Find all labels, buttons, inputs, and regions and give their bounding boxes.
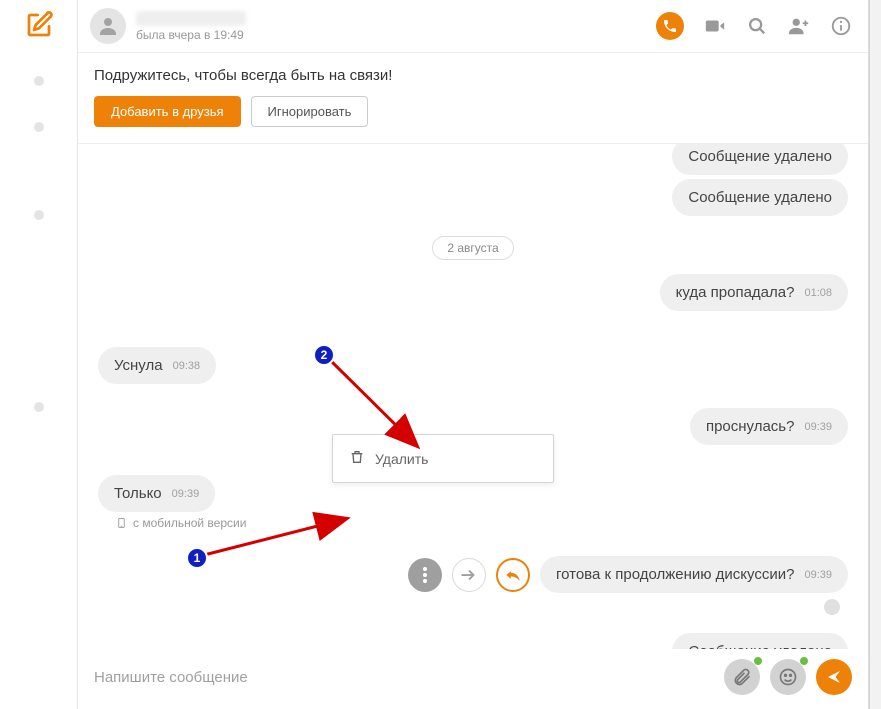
add-friend-button[interactable]: Добавить в друзья — [94, 96, 241, 127]
message-deleted: Сообщение удалено — [672, 633, 848, 649]
info-icon[interactable] — [830, 15, 852, 37]
header-icons — [656, 12, 852, 40]
message-forward-button[interactable] — [452, 558, 486, 592]
header-names: была вчера в 19:49 — [136, 11, 656, 42]
date-chip: 2 августа — [432, 236, 513, 260]
contact-name — [136, 11, 246, 26]
sticker-button[interactable] — [770, 659, 806, 695]
friend-prompt-bar: Подружитесь, чтобы всегда быть на связи!… — [78, 53, 868, 144]
friend-prompt-text: Подружитесь, чтобы всегда быть на связи! — [94, 67, 852, 84]
message-composer — [78, 649, 868, 709]
chat-main: была вчера в 19:49 — [78, 0, 868, 709]
context-delete-label: Удалить — [375, 451, 428, 467]
message-reply-button[interactable] — [496, 558, 530, 592]
last-seen: была вчера в 19:49 — [136, 28, 656, 42]
message-actions: готова к продолжению дискуссии? 09:39 — [98, 556, 848, 593]
message-out[interactable]: куда пропадала? 01:08 — [660, 274, 848, 311]
date-separator: 2 августа — [98, 236, 848, 260]
left-sidebar — [0, 0, 78, 709]
message-more-button[interactable] — [408, 558, 442, 592]
messages-scroll[interactable]: Сообщение удалено Сообщение удалено 2 ав… — [78, 144, 868, 649]
mobile-note: с мобильной версии — [116, 516, 848, 530]
chat-window: была вчера в 19:49 — [0, 0, 869, 709]
right-edge-strip — [869, 0, 881, 709]
add-user-icon[interactable] — [788, 15, 810, 37]
notification-dot — [754, 657, 762, 665]
context-delete-item[interactable]: Удалить — [333, 435, 553, 482]
message-deleted: Сообщение удалено — [672, 179, 848, 216]
message-deleted: Сообщение удалено — [672, 144, 848, 175]
chat-header: была вчера в 19:49 — [78, 0, 868, 53]
sidebar-item-dot[interactable] — [34, 402, 44, 412]
notification-dot — [800, 657, 808, 665]
send-button[interactable] — [816, 659, 852, 695]
message-in[interactable]: Уснула 09:38 — [98, 347, 216, 384]
avatar[interactable] — [90, 8, 126, 44]
search-icon[interactable] — [746, 15, 768, 37]
sidebar-item-dot[interactable] — [34, 122, 44, 132]
message-context-menu: Удалить — [332, 434, 554, 483]
message-input[interactable] — [94, 669, 714, 686]
ignore-button[interactable]: Игнорировать — [251, 96, 369, 127]
message-in[interactable]: Только 09:39 — [98, 475, 215, 512]
read-receipt-avatar — [824, 599, 840, 615]
attach-button[interactable] — [724, 659, 760, 695]
message-out[interactable]: проснулась? 09:39 — [690, 408, 848, 445]
video-call-icon[interactable] — [704, 15, 726, 37]
sidebar-item-dot[interactable] — [34, 76, 44, 86]
audio-call-button[interactable] — [656, 12, 684, 40]
compose-icon[interactable] — [24, 10, 54, 40]
trash-icon — [349, 449, 365, 468]
sidebar-item-dot[interactable] — [34, 210, 44, 220]
message-out[interactable]: готова к продолжению дискуссии? 09:39 — [540, 556, 848, 593]
